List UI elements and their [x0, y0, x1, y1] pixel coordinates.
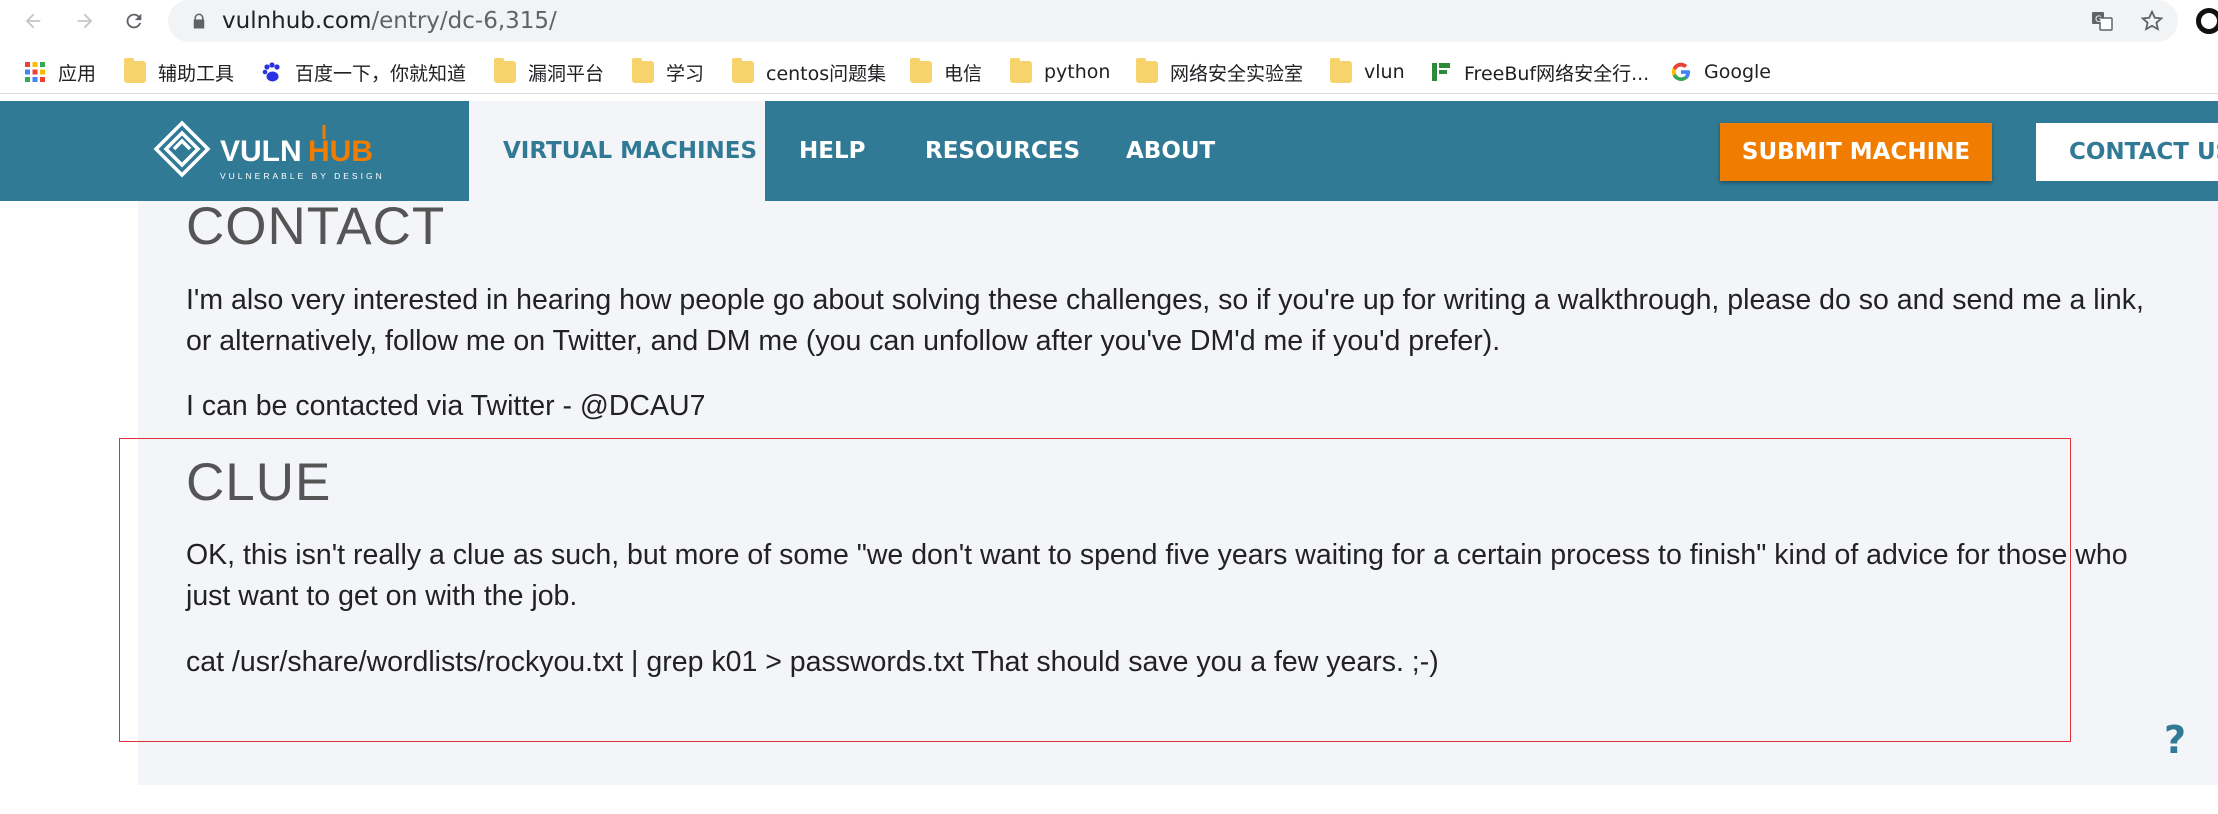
vulnhub-logo[interactable]: VULN HUB VULNERABLE BY DESIGN: [148, 119, 398, 187]
bookmark-folder[interactable]: 电信: [910, 57, 982, 87]
logo-hub-text: HUB: [308, 135, 373, 168]
site-header: VULN HUB VULNERABLE BY DESIGN VIRTUAL MA…: [0, 101, 2218, 201]
nav-about[interactable]: ABOUT: [1126, 101, 1215, 201]
bookmark-label: 网络安全实验室: [1170, 62, 1304, 85]
nav-resources[interactable]: RESOURCES: [925, 101, 1080, 201]
clue-paragraph: OK, this isn't really a clue as such, bu…: [186, 539, 2128, 612]
profile-avatar[interactable]: [2196, 8, 2218, 34]
bookmark-folder[interactable]: python: [1010, 57, 1110, 87]
contact-heading: CONTACT: [186, 197, 446, 256]
submit-machine-button[interactable]: SUBMIT MACHINE: [1720, 123, 1992, 181]
back-button[interactable]: [18, 6, 48, 36]
bookmark-folder[interactable]: centos问题集: [732, 57, 886, 87]
google-icon: [1671, 62, 1691, 82]
logo-vuln-text: VULN: [220, 135, 302, 168]
bookmark-label: 漏洞平台: [528, 62, 605, 85]
bookmark-apps[interactable]: 应用: [24, 57, 96, 87]
bookmark-google[interactable]: Google: [1670, 57, 1771, 87]
bookmark-folder[interactable]: vlun: [1330, 57, 1405, 87]
bookmark-label: FreeBuf网络安全行...: [1464, 62, 1650, 85]
bookmark-label: 电信: [944, 62, 983, 85]
bookmark-freebuf[interactable]: FreeBuf网络安全行...: [1430, 57, 1649, 87]
bookmark-folder[interactable]: 辅助工具: [124, 57, 234, 87]
freebuf-icon: [1432, 63, 1450, 81]
star-icon[interactable]: [2140, 9, 2164, 33]
bookmark-folder[interactable]: 漏洞平台: [494, 57, 604, 87]
address-bar[interactable]: vulnhub.com/entry/dc-6,315/ G: [168, 0, 2178, 42]
logo-tagline: VULNERABLE BY DESIGN: [220, 171, 385, 181]
bookmark-folder[interactable]: 网络安全实验室: [1136, 57, 1303, 87]
folder-icon: [1136, 58, 1158, 83]
svg-text:G: G: [2095, 15, 2102, 25]
bookmark-label: 应用: [58, 62, 97, 85]
bookmark-label: centos问题集: [766, 62, 887, 85]
bookmarks-bar: 应用 辅助工具 百度一下，你就知道 漏洞平台 学习 centos问题集 电信 p…: [0, 50, 2218, 94]
folder-icon: [1010, 58, 1032, 83]
url-text: vulnhub.com/entry/dc-6,315/: [222, 8, 557, 34]
nav-virtual-machines[interactable]: VIRTUAL MACHINES: [503, 101, 757, 201]
reload-button[interactable]: [119, 6, 149, 36]
bookmark-folder[interactable]: 学习: [632, 57, 704, 87]
back-arrow-icon: [25, 13, 41, 29]
bookmark-label: python: [1044, 61, 1111, 83]
bookmark-label: 百度一下，你就知道: [295, 62, 467, 85]
folder-icon: [910, 58, 932, 83]
forward-button[interactable]: [70, 6, 100, 36]
help-question-button[interactable]: ?: [2164, 718, 2186, 762]
contact-paragraph: I'm also very interested in hearing how …: [186, 284, 2144, 357]
folder-icon: [494, 58, 516, 83]
bookmark-baidu[interactable]: 百度一下，你就知道: [261, 57, 466, 87]
folder-icon: [732, 58, 754, 83]
baidu-paw-icon: [262, 62, 280, 82]
contact-us-button[interactable]: CONTACT US: [2036, 123, 2218, 181]
contact-twitter-paragraph: I can be contacted via Twitter - @DCAU7: [186, 390, 706, 422]
lock-icon: [193, 13, 205, 29]
folder-icon: [1330, 58, 1352, 83]
bookmark-label: Google: [1704, 61, 1772, 83]
clue-command-paragraph: cat /usr/share/wordlists/rockyou.txt | g…: [186, 646, 1439, 678]
nav-help[interactable]: HELP: [799, 101, 865, 201]
translate-icon[interactable]: G: [2090, 9, 2114, 33]
bookmark-label: 辅助工具: [158, 62, 235, 85]
apps-grid-icon: [25, 62, 45, 82]
reload-icon: [126, 13, 142, 29]
vulnhub-logo-mark-icon: VULN HUB VULNERABLE BY DESIGN: [153, 120, 385, 181]
forward-arrow-icon: [77, 13, 93, 29]
clue-heading: CLUE: [186, 453, 332, 512]
browser-toolbar: vulnhub.com/entry/dc-6,315/ G: [0, 0, 2218, 42]
bookmark-label: 学习: [666, 62, 705, 85]
folder-icon: [632, 58, 654, 83]
bookmark-label: vlun: [1364, 61, 1405, 83]
folder-icon: [124, 58, 146, 83]
